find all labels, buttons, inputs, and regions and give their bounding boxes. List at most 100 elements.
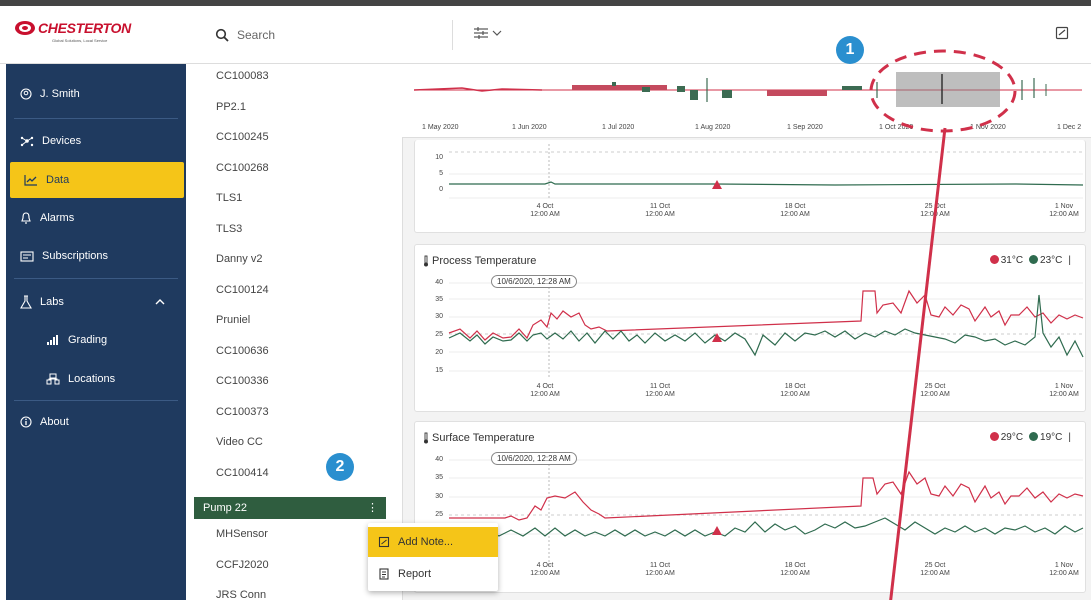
device-item[interactable]: CC100083 (216, 70, 269, 82)
notes-button[interactable] (1055, 26, 1069, 45)
device-item[interactable]: CC100245 (216, 131, 269, 143)
chesterton-logo[interactable]: CHESTERTON Global Solutions, Local Servi… (12, 18, 162, 46)
device-item-label: Pump 22 (203, 502, 248, 514)
device-item[interactable]: CC100268 (216, 162, 269, 174)
timeline-label: 1 Sep 2020 (787, 124, 823, 131)
menu-item-label: Report (398, 568, 432, 580)
flask-icon (20, 295, 32, 309)
device-list: CC100083 PP2.1 CC100245 CC100268 TLS1 TL… (186, 64, 400, 600)
annotation-badge-1: 1 (836, 36, 864, 64)
y-tick: 15 (435, 367, 443, 374)
chevron-up-icon[interactable] (154, 298, 166, 306)
nav-item-label: Grading (68, 334, 108, 346)
device-item[interactable]: CC100414 (216, 467, 269, 479)
device-item[interactable]: MHSensor (216, 528, 268, 540)
nav-item-labs[interactable]: Labs (6, 284, 186, 320)
y-tick: 35 (435, 474, 443, 481)
device-item[interactable]: Pruniel (216, 314, 250, 326)
x-tick: 25 Oct 12:00 AM (920, 562, 950, 577)
y-tick: 25 (435, 511, 443, 518)
device-item[interactable]: CC100636 (216, 345, 269, 357)
locations-icon (46, 373, 60, 385)
y-tick: 5 (439, 170, 443, 177)
x-tick: 11 Oct 12:00 AM (645, 383, 675, 398)
device-item[interactable]: PP2.1 (216, 101, 246, 113)
y-tick: 35 (435, 296, 443, 303)
nav-user-name: J. Smith (40, 88, 80, 100)
device-item[interactable]: JRS Conn (216, 589, 266, 600)
device-item[interactable]: CCFJ2020 (216, 559, 269, 571)
chart-plot-surface (448, 456, 1084, 567)
chart-plot-top (449, 144, 1084, 200)
device-context-menu: Add Note... Report (368, 523, 498, 591)
nav-item-label: Labs (40, 296, 64, 308)
x-tick: 1 Nov 12:00 AM (1049, 203, 1079, 218)
chart-tooltip: 10/6/2020, 12:28 AM (491, 275, 577, 288)
nav-divider (14, 278, 178, 279)
nav-item-label: About (40, 416, 69, 428)
y-tick: 30 (435, 493, 443, 500)
user-icon (20, 88, 32, 100)
nav-divider (14, 118, 178, 119)
menu-item-add-note[interactable]: Add Note... (368, 527, 498, 557)
device-item[interactable]: Video CC (216, 436, 263, 448)
y-tick: 25 (435, 331, 443, 338)
nav-item-label: Locations (68, 373, 116, 385)
y-tick: 20 (435, 349, 443, 356)
timeline-overview[interactable]: 1 May 2020 1 Jun 2020 1 Jul 2020 1 Aug 2… (402, 64, 1091, 138)
y-tick: 0 (439, 186, 443, 193)
timeline-label: 1 Aug 2020 (695, 124, 731, 131)
device-item-selected[interactable]: Pump 22 ⋮ (194, 497, 386, 519)
nav-item-grading[interactable]: Grading (6, 322, 186, 358)
timeline-label: 1 Nov 2020 (970, 124, 1006, 131)
nav-item-label: Alarms (40, 212, 75, 224)
y-tick: 10 (435, 154, 443, 161)
alarm-bell-icon (21, 212, 31, 224)
x-tick: 4 Oct 12:00 AM (530, 383, 560, 398)
x-tick: 18 Oct 12:00 AM (780, 203, 810, 218)
x-tick: 25 Oct 12:00 AM (920, 203, 950, 218)
subscriptions-icon (20, 251, 34, 262)
devices-icon (20, 136, 34, 147)
chevron-down-icon (492, 30, 502, 36)
app-window: CHESTERTON Global Solutions, Local Servi… (0, 0, 1091, 600)
nav-item-locations[interactable]: Locations (6, 361, 186, 397)
search-placeholder: Search (237, 28, 276, 42)
timeline-label: 1 Jun 2020 (512, 124, 547, 131)
nav-item-about[interactable]: About (6, 404, 186, 440)
search-box[interactable]: Search (215, 24, 275, 46)
device-item[interactable]: TLS3 (216, 223, 242, 235)
add-note-icon (378, 536, 390, 548)
device-item[interactable]: TLS1 (216, 192, 242, 204)
chart-card-surface: Surface Temperature 29°C 19°C | 10/6/202… (414, 421, 1086, 593)
nav-item-alarms[interactable]: Alarms (6, 200, 186, 236)
x-tick: 4 Oct 12:00 AM (530, 562, 560, 577)
device-item[interactable]: Danny v2 (216, 253, 262, 265)
x-tick: 18 Oct 12:00 AM (780, 562, 810, 577)
device-item[interactable]: CC100373 (216, 406, 269, 418)
search-icon (215, 28, 229, 42)
x-tick: 11 Oct 12:00 AM (645, 562, 675, 577)
nav-item-data[interactable]: Data (10, 162, 184, 198)
nav-item-subscriptions[interactable]: Subscriptions (6, 238, 186, 274)
chart-plot-process (448, 279, 1084, 379)
menu-item-label: Add Note... (398, 536, 454, 548)
note-icon (1055, 26, 1069, 40)
y-tick: 40 (435, 279, 443, 286)
timeline-label: 1 Jul 2020 (602, 124, 635, 131)
kebab-menu-icon[interactable]: ⋮ (367, 501, 378, 514)
nav-sidebar: J. Smith Devices Data Alarms Subscriptio… (6, 64, 186, 600)
nav-item-devices[interactable]: Devices (6, 123, 186, 159)
x-tick: 18 Oct 12:00 AM (780, 383, 810, 398)
menu-item-report[interactable]: Report (368, 559, 498, 589)
device-item[interactable]: CC100336 (216, 375, 269, 387)
y-tick: 40 (435, 456, 443, 463)
logo-mark-icon (15, 21, 35, 35)
nav-item-label: Data (46, 174, 70, 186)
bar-chart-icon (47, 335, 58, 345)
x-tick: 11 Oct 12:00 AM (645, 203, 675, 218)
info-icon (20, 416, 32, 428)
device-item[interactable]: CC100124 (216, 284, 269, 296)
filter-dropdown[interactable] (473, 26, 503, 40)
nav-user[interactable]: J. Smith (6, 76, 186, 112)
